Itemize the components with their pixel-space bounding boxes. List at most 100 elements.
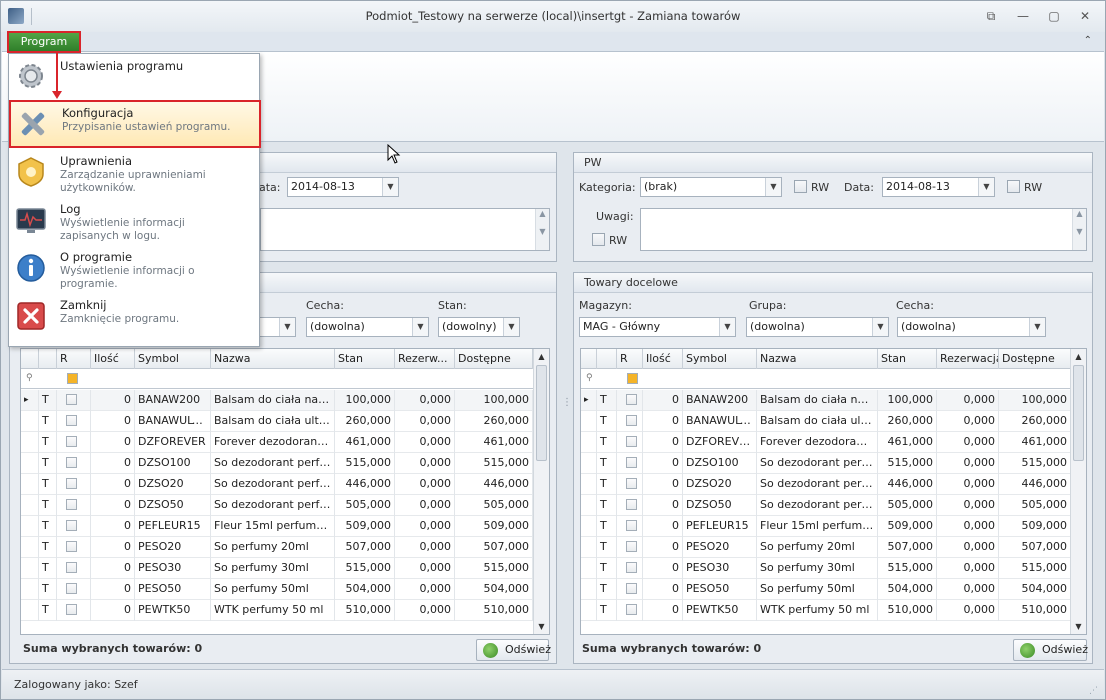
chevron-down-icon[interactable]: ▼ — [412, 318, 428, 336]
row-checkbox[interactable] — [66, 583, 77, 594]
table-row[interactable]: T 0 PESO20 So perfumy 20ml 507,000 0,000 507,0… — [21, 537, 534, 558]
row-checkbox[interactable] — [66, 478, 77, 489]
row-checkbox[interactable] — [66, 457, 77, 468]
table-row[interactable]: T 0BANAWULTRABalsam do ciała ultranawilża… — [21, 411, 534, 432]
row-checkbox[interactable] — [626, 583, 637, 594]
grid-column-header[interactable]: Nazwa — [211, 349, 335, 369]
grid-column-header[interactable]: R — [617, 349, 643, 369]
grid-column-header[interactable] — [21, 349, 39, 369]
table-row[interactable]: T 0 PESO20 So perfumy 20ml 507,000 0,000 507,0… — [581, 537, 1071, 558]
grid-column-header[interactable]: Nazwa — [757, 349, 878, 369]
ribbon-collapse-icon[interactable]: ⌃ — [1084, 35, 1092, 46]
table-row[interactable]: T 0 PEWTK50 WTK perfumy 50 ml 510,000 0,000 51… — [21, 600, 534, 621]
program-menu-tab[interactable]: Program — [7, 31, 81, 53]
table-row[interactable]: T0PEFLEUR15Fleur 15ml perfumy to...509,0… — [581, 516, 1071, 537]
table-row[interactable]: T0PEFLEUR15Fleur 15ml perfumy to...509,0… — [21, 516, 534, 537]
kategoria-select[interactable]: (brak) ▼ — [640, 177, 782, 197]
panel-splitter[interactable]: ⋮ — [562, 397, 572, 408]
table-row[interactable]: T0DZSO100So dezodorant perfumowany515,00… — [21, 453, 534, 474]
grid-column-header[interactable] — [597, 349, 617, 369]
row-checkbox[interactable] — [626, 436, 637, 447]
menu-item-konfiguracja[interactable]: Konfiguracja Przypisanie ustawień progra… — [9, 100, 261, 148]
restore-layout-icon[interactable]: ⧉ — [979, 7, 1003, 25]
source-stan-select[interactable]: (dowolny) ▼ — [438, 317, 520, 337]
scroll-thumb[interactable] — [1073, 365, 1084, 461]
row-checkbox[interactable] — [66, 604, 77, 615]
table-row[interactable]: T0DZSO50So dezodorant perfumowany505,000… — [581, 495, 1071, 516]
resize-grip-icon[interactable]: ⋰ — [1089, 686, 1098, 696]
target-goods-grid[interactable]: R Ilość Symbol Nazwa Stan Rezerwacja Dostępne ⚲… — [580, 348, 1087, 635]
rw-notes-field[interactable]: ▲ ▼ — [260, 208, 550, 251]
row-checkbox[interactable] — [66, 436, 77, 447]
grid-filter-row[interactable]: ⚲ — [21, 369, 534, 389]
table-row[interactable]: ▸T0BANAW200Balsam do ciała nawilżający10… — [581, 390, 1071, 411]
rw-date-picker[interactable]: 2014-08-13 ▼ — [287, 177, 399, 197]
table-row[interactable]: T 0 PESO30 So perfumy 30ml 515,000 0,000 515,0… — [581, 558, 1071, 579]
grid-column-header[interactable] — [39, 349, 57, 369]
row-checkbox[interactable] — [66, 562, 77, 573]
row-checkbox[interactable] — [66, 415, 77, 426]
chevron-down-icon[interactable]: ▼ — [503, 318, 519, 336]
filter-checkbox[interactable] — [67, 373, 78, 384]
menu-item-ustawienia[interactable]: Ustawienia programu — [9, 54, 259, 102]
grid-column-header[interactable]: Ilość — [643, 349, 683, 369]
row-checkbox[interactable] — [66, 499, 77, 510]
magazyn-select[interactable]: MAG - Główny ▼ — [579, 317, 736, 337]
row-checkbox[interactable] — [626, 415, 637, 426]
row-checkbox[interactable] — [66, 394, 77, 405]
minimize-button[interactable]: — — [1011, 7, 1035, 25]
table-row[interactable]: T 0 PEWTK50 WTK perfumy 50 ml 510,000 0,000 51… — [581, 600, 1071, 621]
source-refresh-button[interactable]: Odśwież — [476, 639, 551, 661]
source-cecha-select[interactable]: (dowolna) ▼ — [306, 317, 429, 337]
row-checkbox[interactable] — [626, 394, 637, 405]
menu-item-log[interactable]: Log Wyświetlenie informacji zapisanych w… — [9, 198, 259, 246]
row-checkbox[interactable] — [66, 520, 77, 531]
memo-scrollbar[interactable]: ▲ ▼ — [1072, 209, 1086, 250]
table-row[interactable]: T0DZSO50So dezodorant perfumowany505,000… — [21, 495, 534, 516]
row-checkbox[interactable] — [626, 604, 637, 615]
chevron-down-icon[interactable]: ▼ — [978, 178, 994, 196]
close-window-button[interactable]: ✕ — [1073, 7, 1097, 25]
rw-checkbox-2[interactable] — [1007, 180, 1020, 193]
scroll-thumb[interactable] — [536, 365, 547, 461]
row-checkbox[interactable] — [626, 478, 637, 489]
grid-column-header[interactable]: Symbol — [683, 349, 757, 369]
chevron-down-icon[interactable]: ▼ — [382, 178, 398, 196]
scroll-up-icon[interactable]: ▲ — [1071, 349, 1086, 364]
chevron-down-icon[interactable]: ▼ — [872, 318, 888, 336]
chevron-down-icon[interactable]: ▼ — [719, 318, 735, 336]
chevron-down-icon[interactable]: ▼ — [1029, 318, 1045, 336]
table-row[interactable]: T 0 DZFOREVER Forever dezodorant 1... 461,00… — [581, 432, 1071, 453]
data-date-picker[interactable]: 2014-08-13 ▼ — [882, 177, 995, 197]
scroll-down-icon[interactable]: ▼ — [1071, 619, 1086, 634]
table-row[interactable]: T 0 DZFOREVER Forever dezodorant 1... 461,00… — [21, 432, 534, 453]
uwagi-field[interactable]: ▲ ▼ — [640, 208, 1087, 251]
table-row[interactable]: ▸T0BANAW200Balsam do ciała nawilżający10… — [21, 390, 534, 411]
grid-column-header[interactable]: Rezerwacja — [937, 349, 999, 369]
row-checkbox[interactable] — [626, 457, 637, 468]
grid-column-header[interactable] — [581, 349, 597, 369]
grid-column-header[interactable]: Rezerw... — [395, 349, 455, 369]
grid-scrollbar[interactable]: ▲ ▼ — [1070, 349, 1086, 634]
grid-scrollbar[interactable]: ▲ ▼ — [533, 349, 549, 634]
row-checkbox[interactable] — [626, 541, 637, 552]
row-checkbox[interactable] — [626, 562, 637, 573]
rw-checkbox-1[interactable] — [794, 180, 807, 193]
memo-scrollbar[interactable]: ▲ ▼ — [535, 209, 549, 250]
table-row[interactable]: T0DZSO20So dezodorant perfumowany446,000… — [581, 474, 1071, 495]
table-row[interactable]: T 0 PESO50 So perfumy 50ml 504,000 0,000 504,0… — [581, 579, 1071, 600]
row-checkbox[interactable] — [626, 499, 637, 510]
grid-column-header[interactable]: Stan — [335, 349, 395, 369]
row-checkbox[interactable] — [626, 520, 637, 531]
table-row[interactable]: T0DZSO20So dezodorant perfumowany446,000… — [21, 474, 534, 495]
grid-column-header[interactable]: Dostępne — [999, 349, 1071, 369]
scroll-up-icon[interactable]: ▲ — [534, 349, 549, 364]
grid-filter-row[interactable]: ⚲ — [581, 369, 1071, 389]
table-row[interactable]: T0DZSO100So dezodorant perfumowany515,00… — [581, 453, 1071, 474]
maximize-button[interactable]: ▢ — [1042, 7, 1066, 25]
grupa-select[interactable]: (dowolna) ▼ — [746, 317, 889, 337]
table-row[interactable]: T 0 PESO50 So perfumy 50ml 504,000 0,000 504,0… — [21, 579, 534, 600]
source-goods-grid[interactable]: R Ilość Symbol Nazwa Stan Rezerw... Dostępne ⚲ ▸… — [20, 348, 550, 635]
scroll-down-icon[interactable]: ▼ — [534, 619, 549, 634]
table-row[interactable]: T 0 PESO30 So perfumy 30ml 515,000 0,000 515,0… — [21, 558, 534, 579]
